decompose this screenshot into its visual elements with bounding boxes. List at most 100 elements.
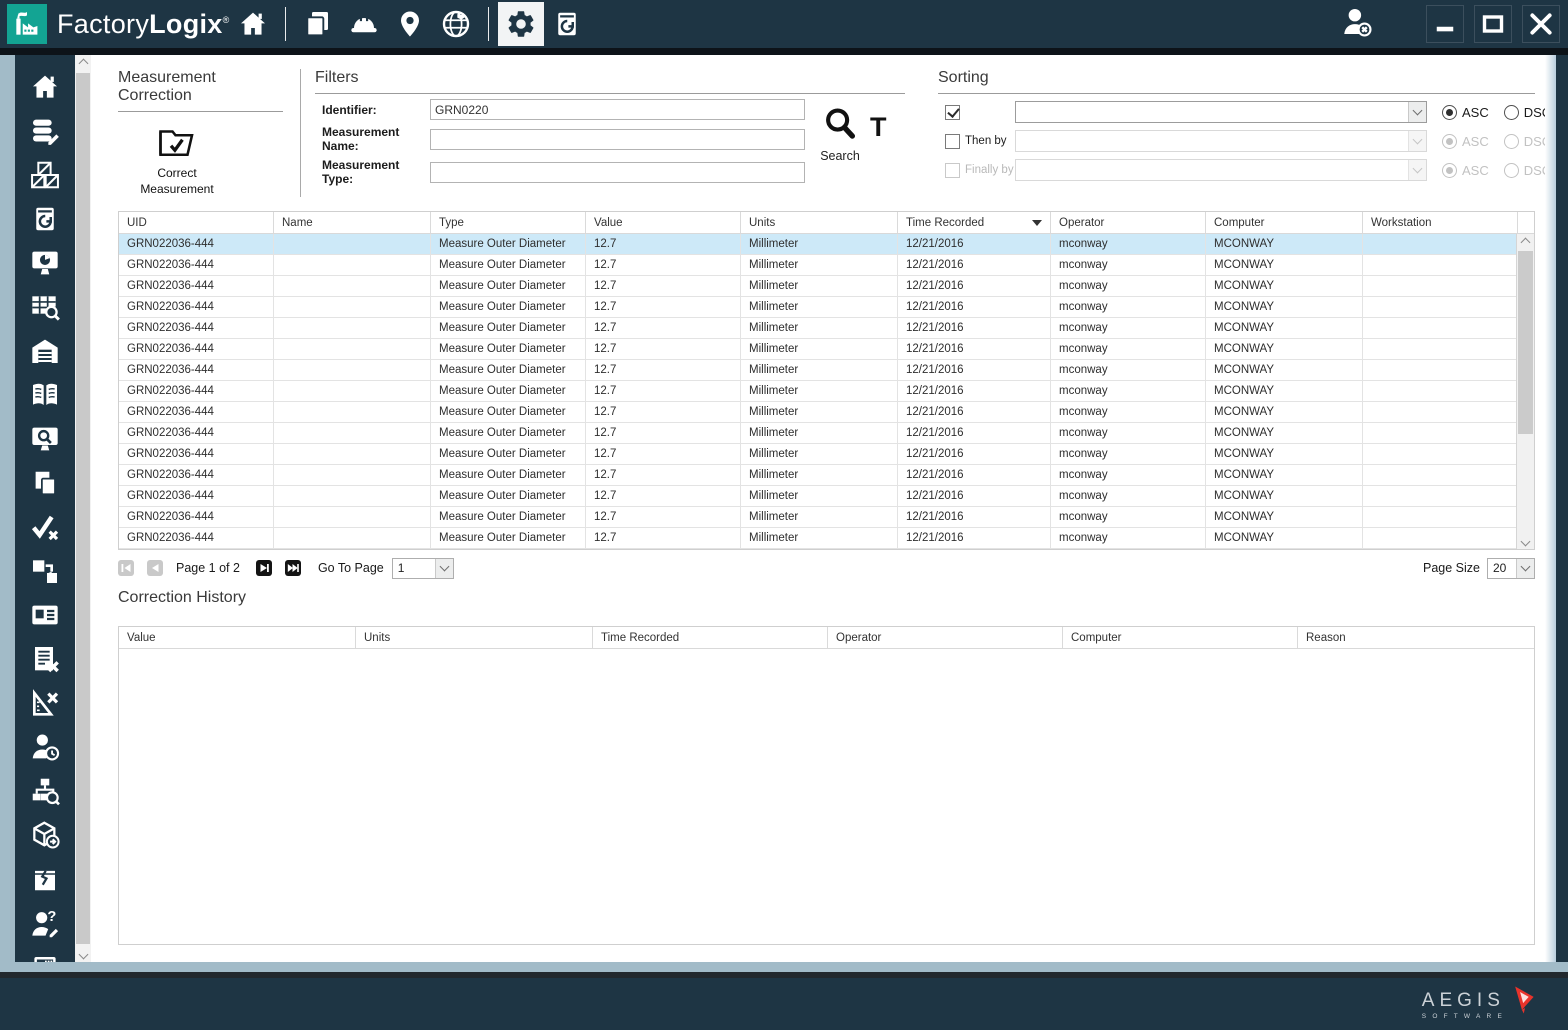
logout-user-button[interactable] <box>1340 5 1374 44</box>
then-by-combobox[interactable] <box>1015 130 1427 152</box>
finally-by-combobox[interactable] <box>1015 159 1427 181</box>
table-row[interactable]: GRN022036-444 Measure Outer Diameter 12.7 M… <box>119 318 1534 339</box>
minimize-button[interactable] <box>1426 5 1464 43</box>
table-row[interactable]: GRN022036-444 Measure Outer Diameter 12.7 M… <box>119 297 1534 318</box>
maximize-button[interactable] <box>1474 5 1512 43</box>
sidebar-item-cube-transfer[interactable] <box>15 813 75 857</box>
primary-dsc-radio[interactable] <box>1503 104 1519 120</box>
cell-time-recorded: 12/21/2016 <box>898 486 1051 506</box>
page-size-select[interactable]: 20 <box>1487 557 1535 579</box>
table-row[interactable]: GRN022036-444 Measure Outer Diameter 12.7 M… <box>119 402 1534 423</box>
history-column-time-recorded[interactable]: Time Recorded <box>593 627 828 648</box>
then-by-checkbox[interactable] <box>945 133 960 149</box>
nav-history-button[interactable] <box>544 2 590 46</box>
table-row[interactable]: GRN022036-444 Measure Outer Diameter 12.7 M… <box>119 444 1534 465</box>
sidebar-item-damaged-box[interactable] <box>15 857 75 901</box>
close-button[interactable] <box>1522 5 1560 43</box>
sidebar-item-restore[interactable] <box>15 197 75 241</box>
table-row[interactable]: GRN022036-444 Measure Outer Diameter 12.7 M… <box>119 276 1534 297</box>
scroll-down-icon[interactable] <box>1517 533 1534 549</box>
sidebar-item-data-edit[interactable] <box>15 109 75 153</box>
column-header-value[interactable]: Value <box>586 212 741 233</box>
table-row[interactable]: GRN022036-444 Measure Outer Diameter 12.7 M… <box>119 360 1534 381</box>
measurement-name-input[interactable] <box>430 128 805 150</box>
history-column-reason[interactable]: Reason <box>1298 627 1534 648</box>
then-by-dsc-radio[interactable] <box>1503 133 1519 149</box>
nav-home-button[interactable] <box>230 2 276 46</box>
text-filter-button[interactable]: T <box>870 112 887 143</box>
measurement-scrollbar-thumb[interactable] <box>1518 251 1533 434</box>
table-row[interactable]: GRN022036-444 Measure Outer Diameter 12.7 M… <box>119 528 1534 549</box>
sidebar-item-verify[interactable] <box>15 505 75 549</box>
history-column-value[interactable]: Value <box>119 627 356 648</box>
table-row[interactable]: GRN022036-444 Measure Outer Diameter 12.7 M… <box>119 234 1534 255</box>
table-row[interactable]: GRN022036-444 Measure Outer Diameter 12.7 M… <box>119 339 1534 360</box>
table-row[interactable]: GRN022036-444 Measure Outer Diameter 12.7 M… <box>119 486 1534 507</box>
scroll-up-icon[interactable] <box>1517 234 1534 250</box>
nav-production-button[interactable] <box>341 2 387 46</box>
column-header-time-recorded[interactable]: Time Recorded <box>898 212 1051 233</box>
finally-by-checkbox[interactable] <box>945 162 960 178</box>
column-header-name[interactable]: Name <box>274 212 431 233</box>
sidebar-item-id-card[interactable] <box>15 593 75 637</box>
sidebar-scrollbar[interactable] <box>75 55 91 962</box>
measurement-type-input[interactable] <box>430 161 805 183</box>
history-column-operator[interactable]: Operator <box>828 627 1063 648</box>
go-to-page-select[interactable]: 1 <box>391 557 454 579</box>
then-by-asc-radio[interactable] <box>1442 133 1457 149</box>
sidebar-item-measurement-correction[interactable] <box>15 681 75 725</box>
nav-documents-button[interactable] <box>295 2 341 46</box>
sidebar-item-monitor-search[interactable] <box>15 417 75 461</box>
sidebar-item-list-remove[interactable] <box>15 637 75 681</box>
cell-computer: MCONWAY <box>1206 402 1363 422</box>
table-row[interactable]: GRN022036-444 Measure Outer Diameter 12.7 M… <box>119 423 1534 444</box>
last-page-button[interactable] <box>284 560 301 576</box>
primary-asc-radio[interactable] <box>1442 104 1457 120</box>
measurement-table-scrollbar[interactable] <box>1516 234 1534 549</box>
sidebar-item-org-search[interactable] <box>15 769 75 813</box>
column-header-operator[interactable]: Operator <box>1051 212 1206 233</box>
sidebar-item-book[interactable] <box>15 373 75 417</box>
search-button[interactable]: Search <box>813 105 867 163</box>
sidebar-item-pages[interactable] <box>15 461 75 505</box>
correct-measurement-button[interactable]: Correct Measurement <box>118 124 236 197</box>
sidebar-item-device[interactable] <box>15 945 75 962</box>
nav-global-button[interactable] <box>433 2 479 46</box>
column-header-units[interactable]: Units <box>741 212 898 233</box>
next-page-button[interactable] <box>255 560 272 576</box>
scroll-up-icon[interactable] <box>75 55 91 71</box>
history-column-units[interactable]: Units <box>356 627 593 648</box>
table-row[interactable]: GRN022036-444 Measure Outer Diameter 12.7 M… <box>119 465 1534 486</box>
finally-by-dsc-radio[interactable] <box>1503 162 1519 178</box>
column-header-computer[interactable]: Computer <box>1206 212 1363 233</box>
column-header-type[interactable]: Type <box>431 212 586 233</box>
nav-tracking-button[interactable] <box>387 2 433 46</box>
sidebar-item-person-time[interactable] <box>15 725 75 769</box>
column-header-workstation[interactable]: Workstation <box>1363 212 1518 233</box>
cell-time-recorded: 12/21/2016 <box>898 318 1051 338</box>
identifier-input[interactable] <box>430 99 805 120</box>
table-row[interactable]: GRN022036-444 Measure Outer Diameter 12.7 M… <box>119 255 1534 276</box>
chevron-down-icon[interactable] <box>1408 102 1426 122</box>
history-column-computer[interactable]: Computer <box>1063 627 1298 648</box>
sidebar-item-crates[interactable] <box>15 153 75 197</box>
finally-by-asc-radio[interactable] <box>1442 162 1457 178</box>
primary-sort-checkbox[interactable] <box>945 104 960 120</box>
table-row[interactable]: GRN022036-444 Measure Outer Diameter 12.7 M… <box>119 507 1534 528</box>
first-page-button[interactable] <box>118 560 134 576</box>
scroll-down-icon[interactable] <box>75 946 91 962</box>
sidebar-scrollbar-thumb[interactable] <box>76 73 90 944</box>
sidebar-item-home[interactable] <box>15 65 75 109</box>
primary-sort-combobox[interactable] <box>1015 101 1427 123</box>
nav-settings-button-selected[interactable] <box>497 2 544 46</box>
sidebar-item-transfer[interactable] <box>15 549 75 593</box>
chevron-down-icon[interactable] <box>1516 558 1534 578</box>
column-header-uid[interactable]: UID <box>119 212 274 233</box>
table-row[interactable]: GRN022036-444 Measure Outer Diameter 12.7 M… <box>119 381 1534 402</box>
sidebar-item-dashboard[interactable] <box>15 241 75 285</box>
previous-page-button[interactable] <box>147 560 163 576</box>
sidebar-item-warehouse[interactable] <box>15 329 75 373</box>
sidebar-item-table-search[interactable] <box>15 285 75 329</box>
chevron-down-icon[interactable] <box>434 558 453 578</box>
sidebar-item-person-question[interactable]: ? <box>15 901 75 945</box>
